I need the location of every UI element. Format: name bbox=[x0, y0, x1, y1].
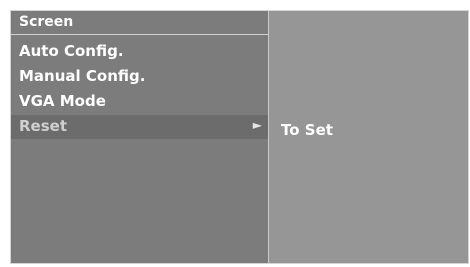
menu-item-label: Manual Config. bbox=[19, 67, 146, 85]
main-menu-panel: Screen Auto Config. Manual Config. VGA M… bbox=[11, 11, 269, 263]
menu-item-label: VGA Mode bbox=[19, 92, 106, 110]
screen-osd-menu: Screen Auto Config. Manual Config. VGA M… bbox=[10, 10, 469, 264]
chevron-right-icon: ► bbox=[252, 118, 262, 132]
menu-item-label: Auto Config. bbox=[19, 42, 124, 60]
menu-item-label: Reset bbox=[19, 117, 67, 135]
menu-item-auto-config[interactable]: Auto Config. bbox=[11, 40, 268, 64]
menu-title: Screen bbox=[19, 14, 74, 30]
menu-item-vga-mode[interactable]: VGA Mode bbox=[11, 90, 268, 114]
menu-item-reset[interactable]: Reset ► bbox=[11, 115, 268, 139]
submenu-panel: To Set bbox=[269, 11, 468, 263]
menu-title-bar: Screen bbox=[11, 11, 268, 35]
menu-item-manual-config[interactable]: Manual Config. bbox=[11, 65, 268, 89]
submenu-item-to-set[interactable]: To Set bbox=[281, 121, 333, 139]
